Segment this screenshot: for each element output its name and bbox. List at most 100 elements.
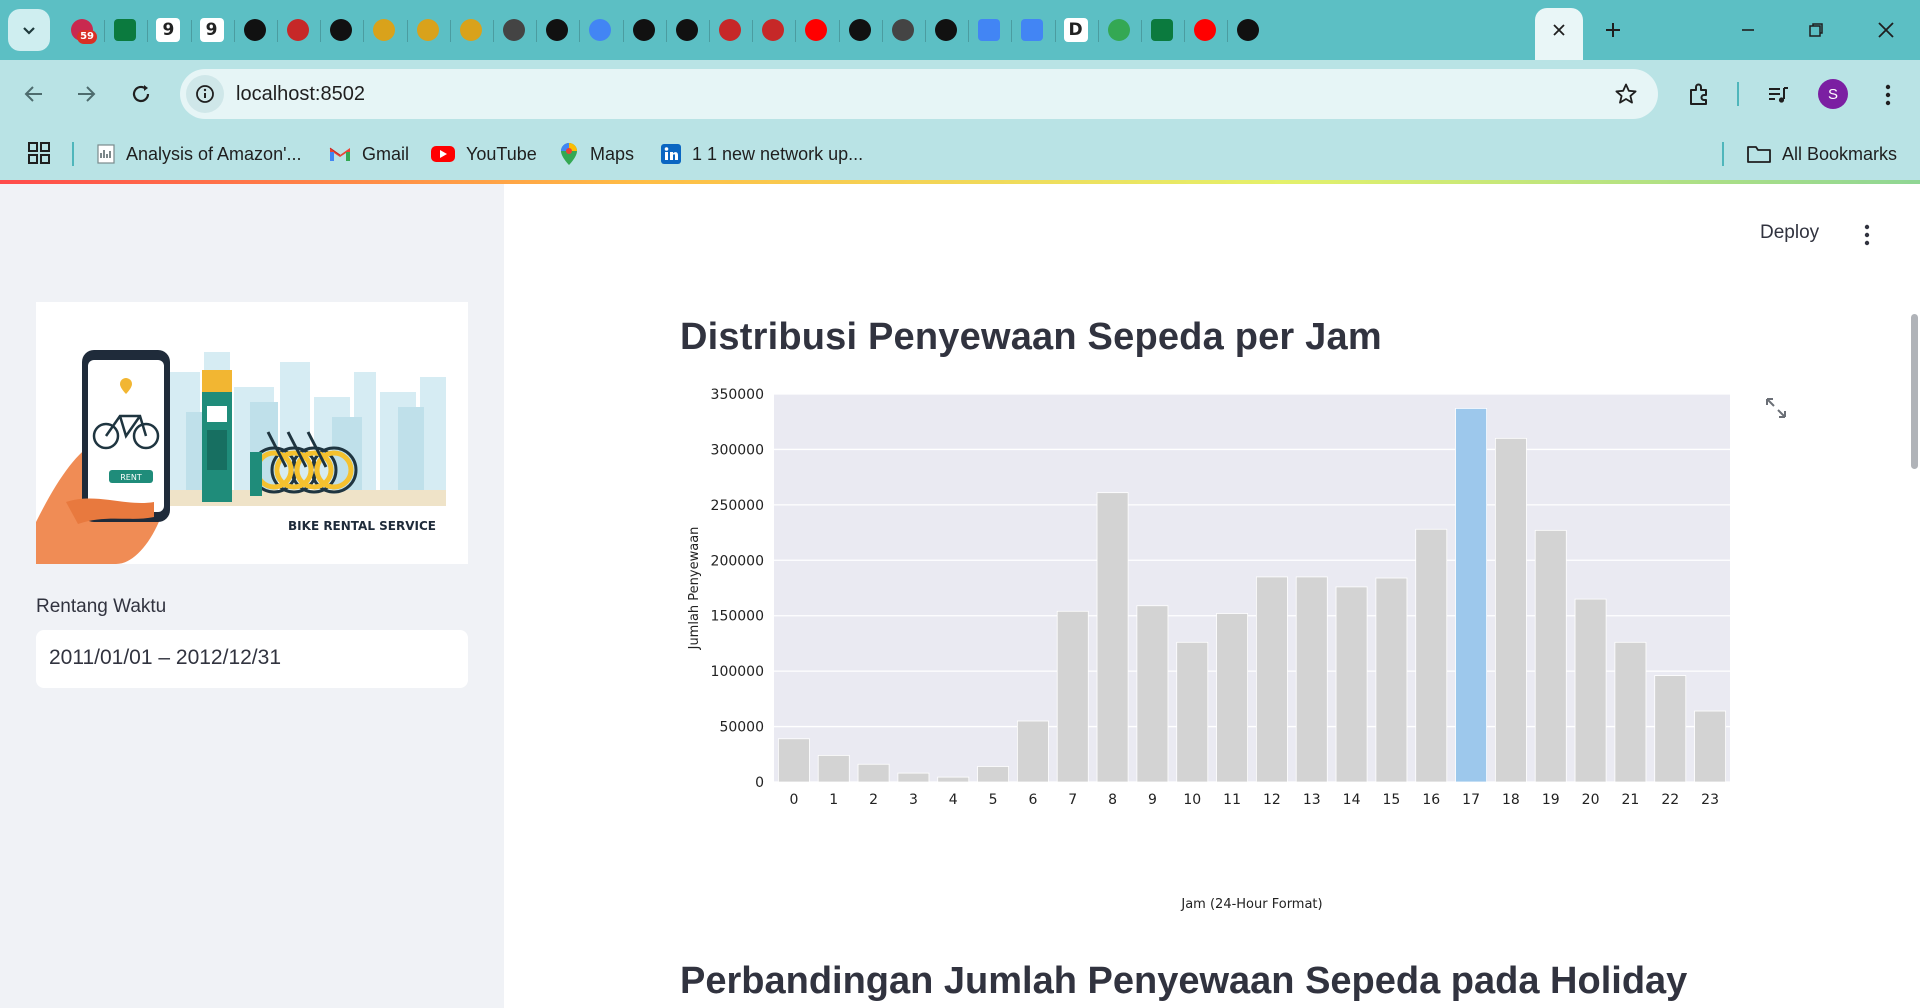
tab-separator <box>752 20 754 42</box>
url-text[interactable]: localhost:8502 <box>236 83 365 106</box>
browser-tab[interactable] <box>630 16 658 44</box>
app-menu-button[interactable] <box>1852 220 1882 250</box>
minimize-button[interactable] <box>1732 14 1764 46</box>
bookmark-item[interactable]: 1 1 new network up... <box>660 141 863 167</box>
date-range-label: Rentang Waktu <box>36 596 167 617</box>
tab-separator <box>147 20 149 42</box>
profile-avatar[interactable]: S <box>1818 79 1848 109</box>
browser-tab[interactable] <box>500 16 528 44</box>
date-range-input[interactable]: 2011/01/01 – 2012/12/31 <box>36 630 468 688</box>
close-tab-icon[interactable] <box>1552 23 1566 37</box>
bookmark-divider <box>1722 142 1724 166</box>
tab-separator <box>363 20 365 42</box>
apps-button[interactable] <box>26 140 52 171</box>
more-vert-icon <box>1885 84 1891 106</box>
fullscreen-button[interactable] <box>1762 394 1790 422</box>
x-tick-label: 5 <box>989 792 998 808</box>
back-button[interactable] <box>14 74 54 114</box>
tab-separator <box>493 20 494 42</box>
browser-tab[interactable]: D <box>1062 16 1090 44</box>
browser-tab[interactable] <box>716 16 744 44</box>
tab-separator <box>1227 20 1229 42</box>
browser-tab[interactable]: 59 <box>68 16 97 44</box>
x-tick-label: 14 <box>1343 792 1361 808</box>
browser-tab[interactable] <box>759 16 787 44</box>
browser-tab[interactable] <box>975 16 1003 44</box>
expand-icon <box>1766 398 1786 418</box>
reload-button[interactable] <box>121 74 161 114</box>
browser-tab[interactable] <box>673 16 701 44</box>
bookmark-item[interactable]: Gmail <box>328 141 409 167</box>
youtube-icon <box>805 19 828 41</box>
browser-tab[interactable]: 9 <box>154 16 182 44</box>
browser-tab[interactable] <box>1234 16 1262 44</box>
apps-grid-icon <box>28 142 50 164</box>
bar <box>1255 576 1288 783</box>
restore-button[interactable] <box>1800 14 1832 46</box>
browser-tab[interactable] <box>457 16 485 44</box>
y-tick-label: 100000 <box>711 664 764 680</box>
scrollbar-thumb[interactable] <box>1911 314 1918 469</box>
tab-separator <box>1054 20 1056 42</box>
tab-search-button[interactable] <box>8 9 50 51</box>
active-tab[interactable] <box>1535 8 1583 60</box>
bike-rental-image: RENT BIKE RENTAL SERVICE <box>36 302 468 564</box>
browser-tab[interactable] <box>586 16 614 44</box>
bookmark-label: YouTube <box>466 143 537 164</box>
tab-separator <box>968 20 970 42</box>
browser-menu-button[interactable] <box>1870 77 1906 113</box>
letter-g-icon: 9 <box>156 18 181 42</box>
browser-tab[interactable] <box>1148 16 1176 44</box>
y-tick-label: 250000 <box>711 498 764 514</box>
x-tick-label: 23 <box>1701 792 1719 808</box>
browser-tab[interactable] <box>241 16 269 44</box>
browser-tab[interactable] <box>111 16 139 44</box>
browser-tab[interactable] <box>327 16 355 44</box>
link-icon <box>459 19 482 41</box>
bookmark-label: 1 1 new network up... <box>692 143 864 164</box>
x-tick-label: 20 <box>1582 792 1600 808</box>
linkedin-icon <box>661 144 681 164</box>
x-tick-label: 0 <box>789 792 798 808</box>
browser-tab[interactable] <box>802 16 830 44</box>
address-bar[interactable]: localhost:8502 <box>180 69 1658 119</box>
bar <box>1375 577 1408 783</box>
tab-separator <box>1184 20 1186 42</box>
browser-tab[interactable] <box>284 16 312 44</box>
bar <box>1614 641 1647 783</box>
bike-rental-illustration: RENT BIKE RENTAL SERVICE <box>36 302 468 564</box>
browser-tab[interactable] <box>1191 16 1219 44</box>
browser-tab[interactable] <box>889 16 917 44</box>
site-info-button[interactable] <box>186 75 224 113</box>
close-window-button[interactable] <box>1870 14 1902 46</box>
x-tick-label: 10 <box>1183 792 1201 808</box>
browser-tab[interactable] <box>370 16 398 44</box>
forward-button[interactable] <box>66 74 106 114</box>
all-bookmarks-button[interactable]: All Bookmarks <box>1746 141 1897 167</box>
bookmark-item[interactable]: YouTube <box>430 141 537 167</box>
deploy-button[interactable]: Deploy <box>1760 222 1819 244</box>
bookmark-item[interactable]: Analysis of Amazon'... <box>96 141 302 167</box>
chevron-down-icon <box>23 27 35 35</box>
bar <box>1694 710 1727 783</box>
browser-tab[interactable] <box>414 16 442 44</box>
extensions-button[interactable] <box>1681 77 1717 113</box>
browser-tab[interactable] <box>932 16 960 44</box>
browser-tab[interactable] <box>846 16 874 44</box>
bookmark-star-button[interactable] <box>1612 80 1640 108</box>
square-app-icon <box>1151 19 1173 41</box>
media-controls-button[interactable] <box>1760 77 1796 113</box>
browser-tab[interactable]: 9 <box>198 16 226 44</box>
bookmark-item[interactable]: Maps <box>558 141 634 167</box>
bar <box>1295 576 1328 783</box>
tab-notification-badge: 59 <box>77 30 97 44</box>
x-tick-label: 11 <box>1223 792 1241 808</box>
reload-icon <box>132 85 150 103</box>
new-tab-button[interactable] <box>1597 14 1629 46</box>
bar <box>937 776 970 783</box>
browser-tab[interactable] <box>1018 16 1046 44</box>
browser-tab[interactable] <box>1105 16 1133 44</box>
y-tick-label: 0 <box>755 775 764 791</box>
browser-tab[interactable] <box>543 16 571 44</box>
crown-icon <box>762 19 785 41</box>
